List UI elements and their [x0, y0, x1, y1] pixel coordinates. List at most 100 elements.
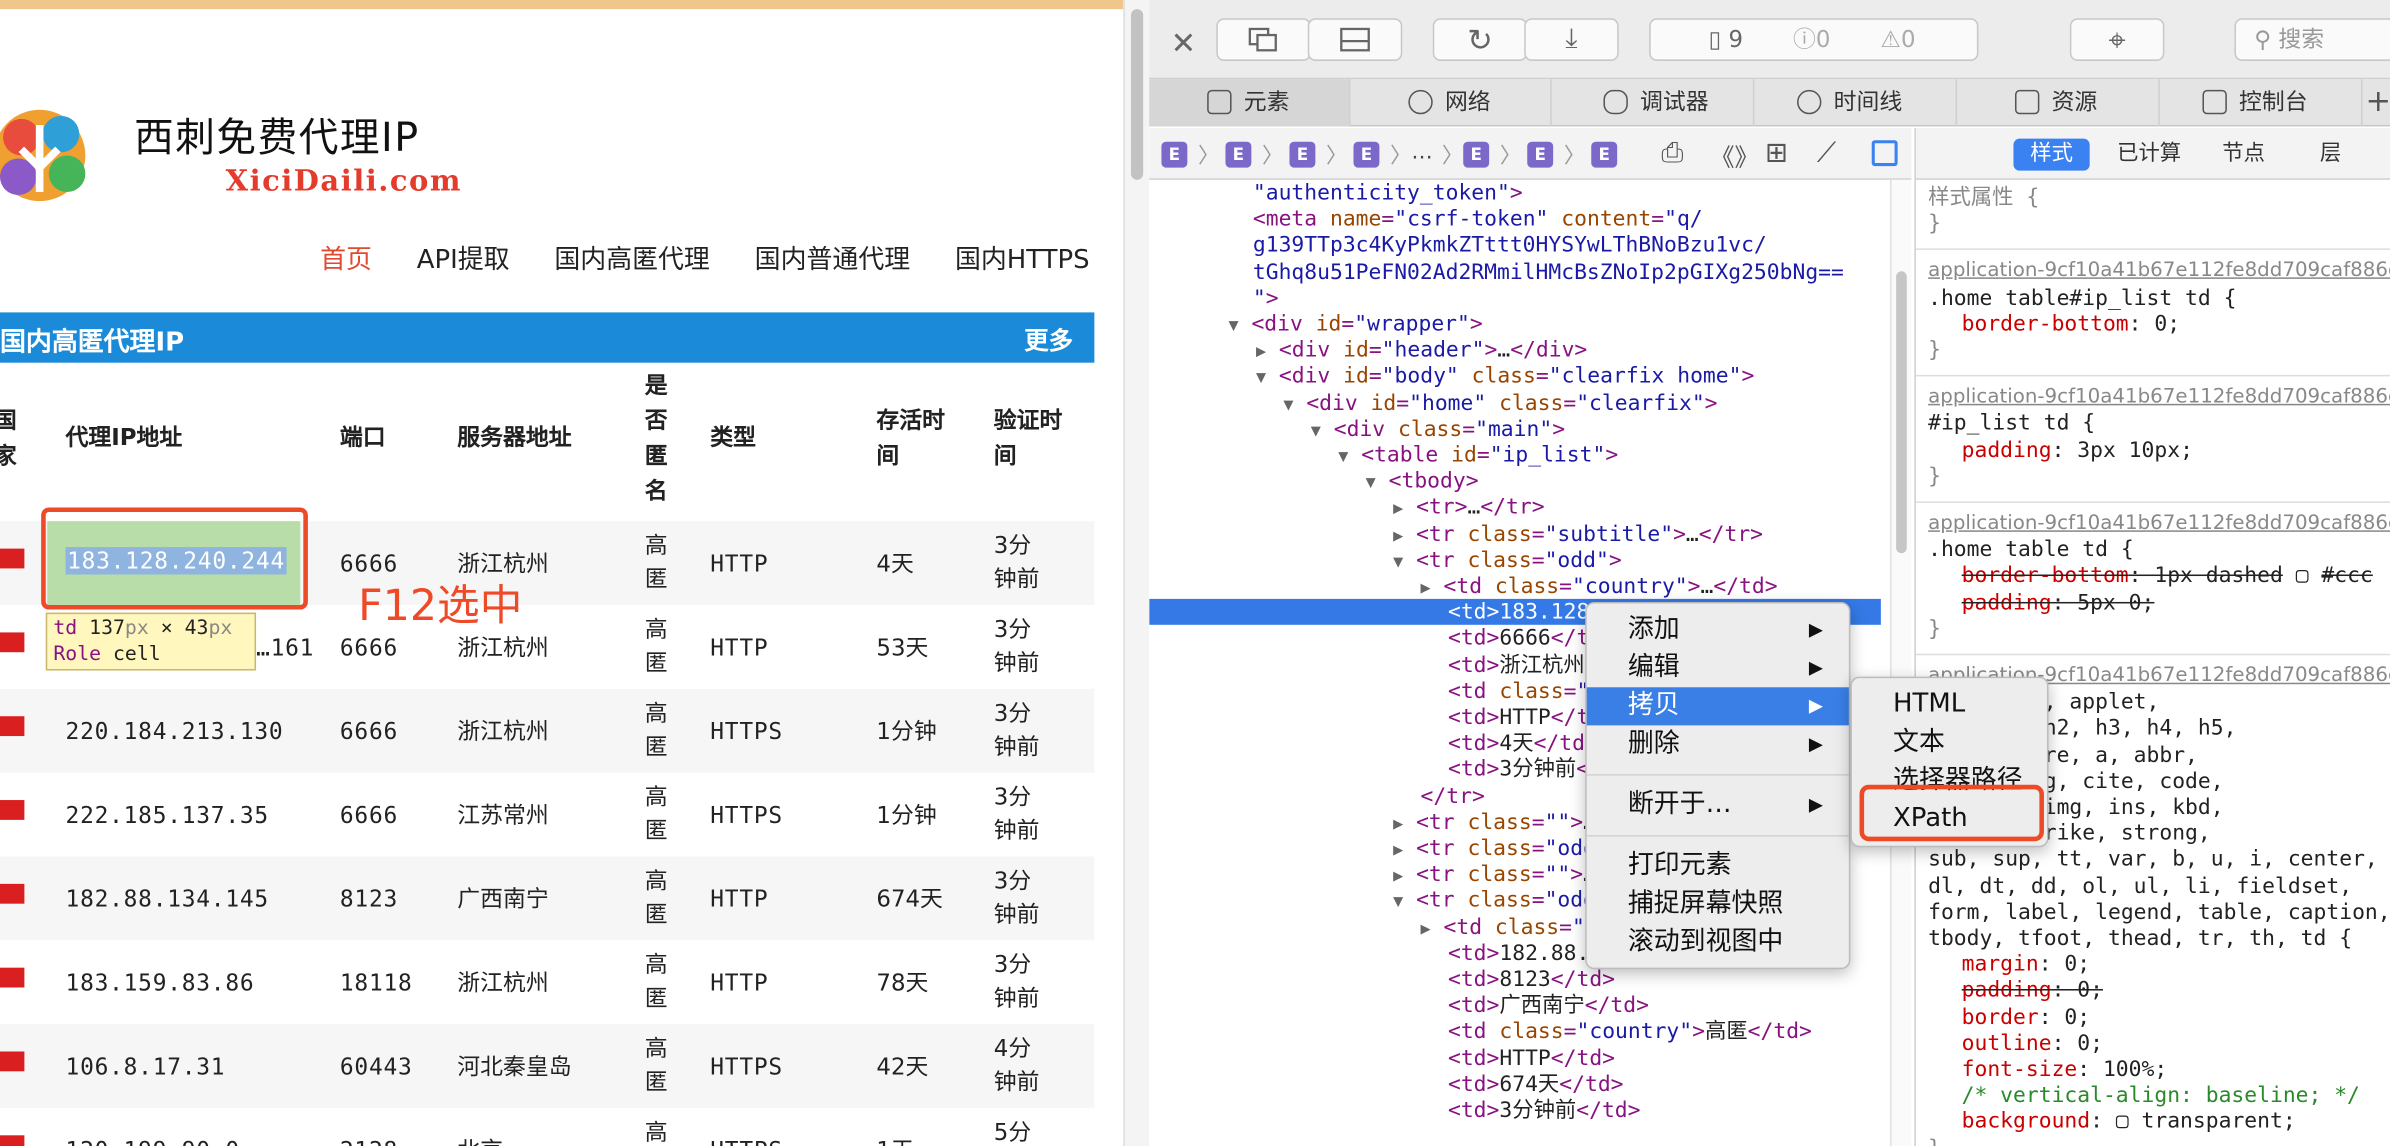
- print-icon[interactable]: ⎙: [1661, 137, 1683, 169]
- menu-item-print[interactable]: 打印元素: [1587, 847, 1849, 885]
- dom-node-line[interactable]: ▼ <tbody>: [1366, 470, 1479, 496]
- css-selector[interactable]: }: [1928, 212, 1941, 238]
- css-property[interactable]: border-bottom: 0;: [1962, 312, 2180, 338]
- submenu-item-html[interactable]: HTML: [1893, 686, 1965, 724]
- css-selector[interactable]: tbody, tfoot, thead, tr, th, td {: [1928, 927, 2352, 953]
- paint-brush-icon[interactable]: ⟋: [1817, 137, 1836, 169]
- nav-https[interactable]: 国内HTTPS: [955, 245, 1090, 275]
- dom-node-line[interactable]: <td>广西南宁</td>: [1448, 994, 1649, 1020]
- layers-grid-icon[interactable]: ⊞: [1765, 137, 1788, 169]
- tab-computed[interactable]: 已计算: [2111, 139, 2187, 171]
- tab-network[interactable]: 网络: [1350, 79, 1552, 127]
- dom-node-line[interactable]: g139TTp3c4KyPkmkZTttt0HYSYwLThBNoBzu1vc/: [1253, 234, 1767, 260]
- breadcrumb-element-icon[interactable]: E: [1591, 141, 1618, 168]
- dom-node-line[interactable]: <td class="country">高匿</td>: [1448, 1020, 1812, 1046]
- css-selector[interactable]: }: [1928, 617, 1941, 643]
- stylesheet-link[interactable]: application-9cf10a41b67e112fe8dd709caf88…: [1928, 512, 2390, 535]
- stylesheet-link[interactable]: application-9cf10a41b67e112fe8dd709caf88…: [1928, 260, 2390, 283]
- nav-high-anon[interactable]: 国内高匿代理: [554, 245, 709, 275]
- page-scrollbar[interactable]: [1123, 0, 1150, 1146]
- dom-node-line[interactable]: <td>4天</td>: [1448, 732, 1598, 758]
- dom-node-line[interactable]: </tr>: [1421, 784, 1485, 810]
- css-property[interactable]: background: ▢ transparent;: [1962, 1110, 2296, 1136]
- tab-elements[interactable]: 元素: [1149, 79, 1351, 127]
- dom-node-line[interactable]: ▼ <div id="wrapper">: [1229, 312, 1483, 338]
- sidebar-toggle-icon[interactable]: [1871, 140, 1898, 167]
- menu-item-add[interactable]: 添加 ▶: [1587, 611, 1849, 649]
- stylesheet-link[interactable]: application-9cf10a41b67e112fe8dd709caf88…: [1928, 386, 2390, 409]
- status-counters[interactable]: ▯ 9 ⓘ0 ⚠0: [1649, 18, 1979, 61]
- menu-item-scroll-into-view[interactable]: 滚动到视图中: [1587, 923, 1849, 961]
- dom-node-line[interactable]: ▶ <tr class="subtitle">…</tr>: [1393, 522, 1763, 548]
- add-tab-icon[interactable]: +: [2366, 82, 2390, 119]
- menu-item-break-on[interactable]: 断开于… ▶: [1587, 786, 1849, 824]
- dom-scrollbar-thumb[interactable]: [1896, 271, 1907, 554]
- dom-node-line[interactable]: ▶ <tr>…</tr>: [1393, 496, 1544, 522]
- dom-node-line[interactable]: tGhq8u51PeFN02Ad2RMmilHMcBsZNoIp2pGIXg25…: [1253, 260, 1844, 286]
- menu-item-screenshot[interactable]: 捕捉屏幕快照: [1587, 885, 1849, 923]
- css-selector[interactable]: form, label, legend, table, caption,: [1928, 900, 2390, 926]
- nav-api[interactable]: API提取: [417, 245, 510, 275]
- css-property[interactable]: padding: 3px 10px;: [1962, 438, 2193, 464]
- breadcrumb-element-icon[interactable]: E: [1161, 141, 1188, 168]
- page-scrollbar-thumb[interactable]: [1130, 9, 1144, 180]
- dom-node-line[interactable]: <td>HTTP</td>: [1448, 1046, 1615, 1072]
- css-property[interactable]: margin: 0;: [1962, 953, 2090, 979]
- css-property[interactable]: padding: 5px 0;: [1962, 591, 2155, 617]
- css-property[interactable]: /* vertical-align: baseline; */: [1962, 1084, 2360, 1110]
- menu-item-copy[interactable]: 拷贝 ▶: [1586, 687, 1849, 726]
- menu-item-delete[interactable]: 删除 ▶: [1587, 725, 1849, 763]
- css-selector[interactable]: dl, dt, dd, ol, ul, li, fieldset,: [1928, 874, 2352, 900]
- css-selector[interactable]: }: [1928, 1136, 1941, 1146]
- css-property[interactable]: border-bottom: 1px dashed ▢ #ccc: [1962, 564, 2373, 590]
- breadcrumb-ellipsis[interactable]: …: [1411, 140, 1432, 164]
- dom-node-line[interactable]: "authenticity_token">: [1253, 181, 1523, 207]
- tab-node[interactable]: 节点: [2206, 139, 2282, 171]
- css-selector[interactable]: .home table td {: [1928, 538, 2134, 564]
- tab-resources[interactable]: 资源: [1957, 79, 2160, 127]
- search-field[interactable]: ⚲ 搜索: [2234, 18, 2390, 61]
- nav-normal[interactable]: 国内普通代理: [755, 245, 910, 275]
- dom-node-line[interactable]: ▶ <td class="country">…</td>: [1421, 575, 1778, 601]
- css-property[interactable]: outline: 0;: [1962, 1031, 2103, 1057]
- tab-styles[interactable]: 样式: [2013, 138, 2090, 171]
- dom-node-line[interactable]: ▶ <div id="header">…</div>: [1256, 339, 1587, 365]
- shadow-dom-icon[interactable]: 《》: [1710, 137, 1759, 174]
- menu-item-edit[interactable]: 编辑 ▶: [1587, 649, 1849, 687]
- breadcrumb-element-icon[interactable]: E: [1225, 141, 1252, 168]
- close-icon[interactable]: ✕: [1171, 24, 1197, 61]
- dom-node-line[interactable]: <meta name="csrf-token" content="q/: [1253, 208, 1703, 234]
- dom-scrollbar[interactable]: [1890, 179, 1912, 1146]
- css-selector[interactable]: .home table#ip_list td {: [1928, 286, 2236, 312]
- css-property[interactable]: padding: 0;: [1962, 979, 2103, 1005]
- css-selector[interactable]: }: [1928, 338, 1941, 364]
- submenu-item-text[interactable]: 文本: [1893, 724, 1945, 762]
- reload-button[interactable]: ↻: [1432, 18, 1528, 61]
- breadcrumb-element-icon[interactable]: E: [1527, 141, 1554, 168]
- breadcrumb-element-icon[interactable]: E: [1289, 141, 1316, 168]
- css-property[interactable]: border: 0;: [1962, 1005, 2090, 1031]
- more-link[interactable]: 更多: [1024, 320, 1073, 357]
- breadcrumb-element-icon[interactable]: E: [1353, 141, 1380, 168]
- dom-node-line[interactable]: <td>3分钟前</td>: [1448, 1099, 1641, 1125]
- dom-node-line[interactable]: <td>674天</td>: [1448, 1073, 1624, 1099]
- dock-bottom-button[interactable]: [1307, 18, 1403, 61]
- dom-node-line[interactable]: ▼ <tr class="odd">: [1393, 548, 1622, 574]
- breadcrumb-element-icon[interactable]: E: [1463, 141, 1490, 168]
- tab-console[interactable]: 控制台: [2160, 79, 2363, 127]
- dom-node-line[interactable]: ▼ <div id="body" class="clearfix home">: [1256, 365, 1754, 391]
- css-property[interactable]: font-size: 100%;: [1962, 1058, 2168, 1084]
- dom-node-line[interactable]: ▼ <table id="ip_list">: [1338, 443, 1618, 469]
- tab-debugger[interactable]: 调试器: [1552, 79, 1755, 127]
- dom-node-line[interactable]: ▼ <div class="main">: [1311, 417, 1565, 443]
- css-selector[interactable]: }: [1928, 464, 1941, 490]
- dom-node-line[interactable]: ">: [1253, 286, 1279, 312]
- tab-timeline[interactable]: 时间线: [1754, 79, 1958, 127]
- css-selector[interactable]: sub, sup, tt, var, b, u, i, center,: [1928, 848, 2378, 874]
- tab-layers[interactable]: 层: [2300, 139, 2361, 171]
- download-button[interactable]: ⤓: [1524, 18, 1619, 61]
- inspect-element-button[interactable]: ⌖: [2069, 18, 2165, 61]
- nav-home[interactable]: 首页: [320, 245, 372, 275]
- dom-node-line[interactable]: ▼ <div id="home" class="clearfix">: [1283, 391, 1717, 417]
- css-selector[interactable]: 样式属性 {: [1928, 186, 2039, 212]
